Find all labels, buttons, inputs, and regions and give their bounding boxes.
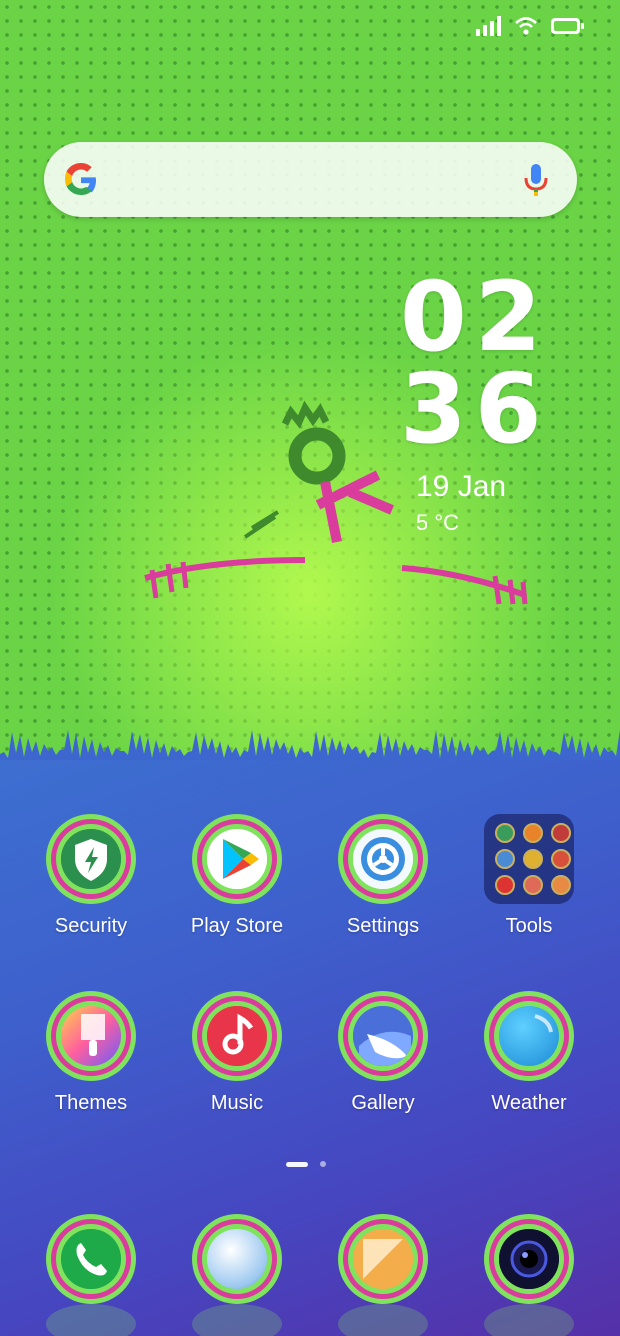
app-label: Music bbox=[210, 1092, 264, 1114]
app-themes[interactable]: Themes bbox=[21, 991, 161, 1115]
page-dot-active[interactable] bbox=[286, 1161, 308, 1167]
dock-camera[interactable] bbox=[459, 1214, 599, 1304]
google-search-bar[interactable] bbox=[44, 142, 577, 217]
app-play-store[interactable]: Play Store bbox=[167, 814, 307, 938]
app-security[interactable]: Security bbox=[21, 814, 161, 938]
wallpaper-face-art bbox=[144, 400, 528, 605]
battery-icon bbox=[551, 18, 584, 34]
tools-folder-icon bbox=[484, 814, 574, 904]
phone-icon bbox=[61, 1229, 121, 1289]
play-store-icon bbox=[207, 829, 267, 889]
settings-gear-icon bbox=[353, 829, 413, 889]
browser-icon bbox=[207, 1229, 267, 1289]
mic-icon[interactable] bbox=[523, 162, 549, 198]
clock-hours: 02 bbox=[400, 261, 550, 373]
camera-icon bbox=[499, 1229, 559, 1289]
themes-brush-icon bbox=[81, 1014, 105, 1056]
app-label: Gallery bbox=[351, 1092, 415, 1114]
page-indicator[interactable] bbox=[286, 1161, 326, 1167]
dock-browser[interactable] bbox=[167, 1214, 307, 1304]
dock-reflection bbox=[192, 1304, 282, 1336]
app-weather[interactable]: Weather bbox=[459, 991, 599, 1115]
dock-notes[interactable] bbox=[313, 1214, 453, 1304]
weather-icon bbox=[534, 1014, 553, 1033]
dock-reflection bbox=[338, 1304, 428, 1336]
music-note-icon bbox=[207, 1006, 267, 1066]
page-dot[interactable] bbox=[320, 1161, 326, 1167]
status-bar bbox=[476, 16, 584, 36]
dock-phone[interactable] bbox=[21, 1214, 161, 1304]
wifi-icon bbox=[515, 17, 537, 35]
app-label: Play Store bbox=[190, 915, 284, 937]
app-tools-folder[interactable]: Tools bbox=[459, 814, 599, 938]
home-screen: 02 36 19 Jan 5 °C Security Play Store Se… bbox=[0, 0, 620, 1336]
app-label: Security bbox=[54, 915, 128, 937]
app-music[interactable]: Music bbox=[167, 991, 307, 1115]
gallery-icon bbox=[353, 1006, 413, 1066]
google-logo-icon bbox=[65, 163, 96, 195]
dock-reflection bbox=[46, 1304, 136, 1336]
app-label: Weather bbox=[491, 1092, 567, 1114]
app-gallery[interactable]: Gallery bbox=[313, 991, 453, 1115]
signal-icon bbox=[476, 16, 501, 36]
dock-reflection bbox=[484, 1304, 574, 1336]
security-shield-icon bbox=[61, 829, 121, 889]
app-label: Tools bbox=[505, 915, 553, 937]
app-settings[interactable]: Settings bbox=[313, 814, 453, 938]
app-label: Settings bbox=[346, 915, 420, 937]
app-label: Themes bbox=[54, 1092, 128, 1114]
notes-icon bbox=[353, 1229, 413, 1289]
